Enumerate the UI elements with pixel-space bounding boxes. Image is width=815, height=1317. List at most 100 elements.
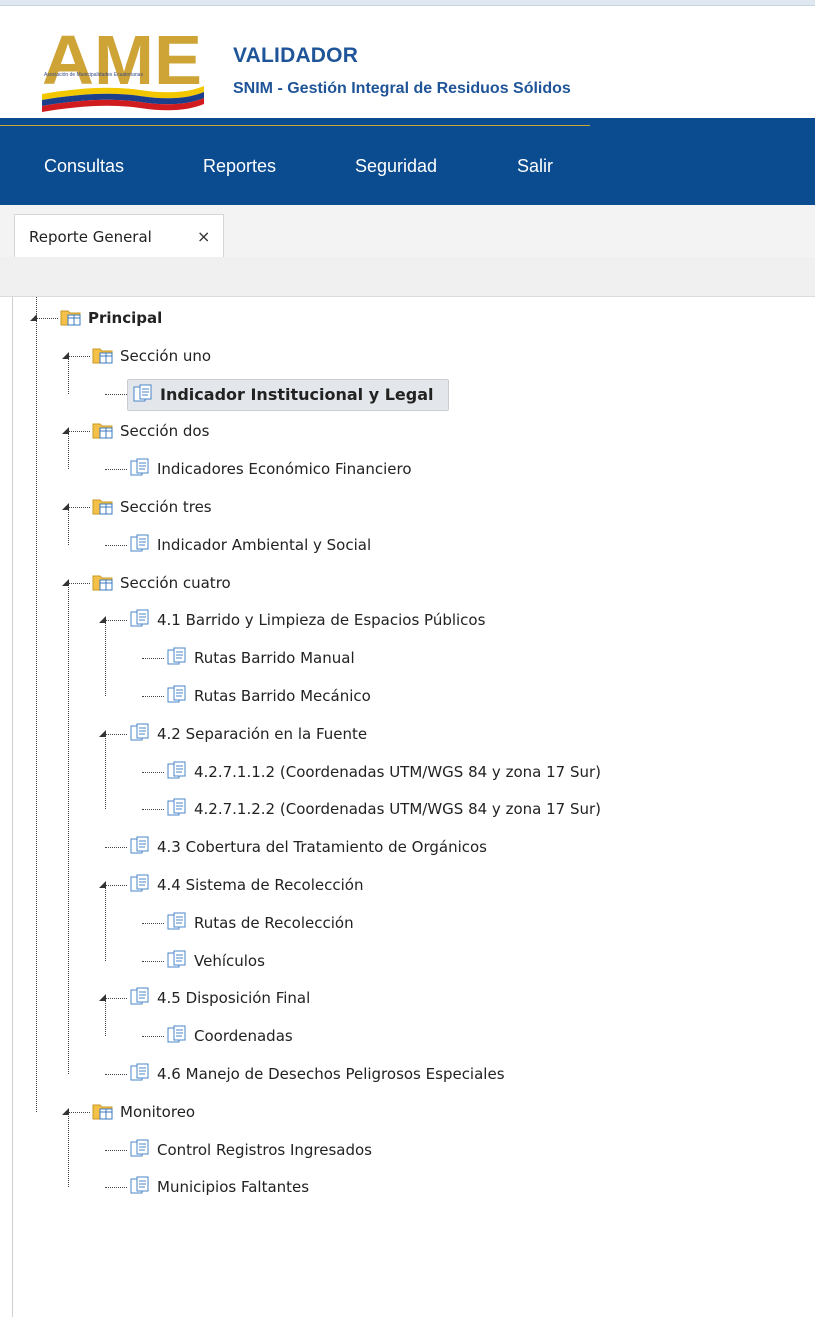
document-icon xyxy=(129,723,151,743)
tree-node-subreport[interactable]: 4.2.7.1.2.2 (Coordenadas UTM/WGS 84 y zo… xyxy=(166,794,613,824)
tree-connector-vertical xyxy=(105,885,106,961)
logo-text: AME xyxy=(42,26,202,99)
app-header: AME Asociación de Municipalidades Ecuato… xyxy=(0,6,815,118)
document-icon xyxy=(129,458,151,478)
tree-node-label: Indicadores Económico Financiero xyxy=(157,460,412,479)
nav-salir[interactable]: Salir xyxy=(517,156,553,177)
tree-node-report[interactable]: 4.1 Barrido y Limpieza de Espacios Públi… xyxy=(129,605,497,635)
expand-arrow-icon[interactable] xyxy=(99,994,106,1002)
tree-node-report[interactable]: Indicador Institucional y Legal xyxy=(127,378,449,411)
document-icon xyxy=(129,609,151,629)
document-icon xyxy=(129,1063,151,1083)
expand-arrow-icon[interactable] xyxy=(99,881,106,888)
nav-seguridad[interactable]: Seguridad xyxy=(355,156,437,177)
tab-label: Reporte General xyxy=(29,228,152,246)
tree-node-label: Monitoreo xyxy=(120,1102,196,1121)
tree-connector-horizontal xyxy=(68,1111,90,1113)
tree-node-subreport[interactable]: Rutas Barrido Manual xyxy=(166,643,367,673)
tree-node-label: Sección cuatro xyxy=(120,573,231,592)
document-icon xyxy=(166,798,188,818)
tree-node-report[interactable]: Indicadores Económico Financiero xyxy=(129,454,424,484)
tree-connector-horizontal xyxy=(105,469,127,471)
tab-close-icon[interactable]: × xyxy=(197,227,210,246)
tree-node-section[interactable]: Sección dos xyxy=(92,416,221,446)
tree-connector-horizontal xyxy=(105,1074,127,1075)
tree-node-subreport[interactable]: Coordenadas xyxy=(166,1021,305,1051)
expand-arrow-icon[interactable] xyxy=(99,616,106,624)
expand-arrow-icon[interactable] xyxy=(62,1107,69,1115)
report-tree: Principal Sección uno Indicador Institucio… xyxy=(0,297,815,1317)
folder-icon xyxy=(92,496,114,516)
document-icon xyxy=(166,685,188,705)
folder-icon xyxy=(92,420,114,440)
toolbar-strip xyxy=(0,257,815,297)
expand-arrow-icon[interactable] xyxy=(62,351,69,359)
document-icon xyxy=(129,836,151,856)
tree-node-label: Rutas Barrido Manual xyxy=(194,649,355,668)
tree-node-label: 4.2.7.1.1.2 (Coordenadas UTM/WGS 84 y zo… xyxy=(194,762,601,781)
tree-connector-vertical xyxy=(68,1111,69,1188)
document-icon xyxy=(166,761,188,781)
folder-icon xyxy=(92,345,114,365)
tree-node-report[interactable]: 4.6 Manejo de Desechos Peligrosos Especi… xyxy=(129,1059,517,1089)
logo-subtitle: Asociación de Municipalidades Ecuatorian… xyxy=(44,72,143,78)
tree-connector-vertical xyxy=(105,733,106,810)
tree-node-section[interactable]: Sección cuatro xyxy=(92,568,243,598)
tree-connector-horizontal xyxy=(142,1036,164,1038)
tree-node-report[interactable]: Indicador Ambiental y Social xyxy=(129,530,383,560)
tree-connector-horizontal xyxy=(68,355,90,357)
document-icon xyxy=(129,1139,151,1159)
tree-connector-horizontal xyxy=(105,1149,127,1151)
nav-reportes[interactable]: Reportes xyxy=(203,156,276,177)
expand-arrow-icon[interactable] xyxy=(30,314,37,321)
app-subtitle: SNIM - Gestión Integral de Residuos Sóli… xyxy=(233,80,571,97)
tree-node-principal[interactable]: Principal xyxy=(60,303,174,333)
tree-node-subreport[interactable]: Rutas Barrido Mecánico xyxy=(166,681,383,711)
tree-node-label: Indicador Institucional y Legal xyxy=(160,384,434,404)
tree-node-subreport[interactable]: 4.2.7.1.1.2 (Coordenadas UTM/WGS 84 y zo… xyxy=(166,757,613,787)
tree-connector-horizontal xyxy=(36,318,58,319)
tree-node-section[interactable]: Sección uno xyxy=(92,341,223,371)
nav-consultas[interactable]: Consultas xyxy=(44,156,124,177)
tree-node-subreport[interactable]: Rutas de Recolección xyxy=(166,908,366,938)
tree-node-label: Rutas de Recolección xyxy=(194,913,354,932)
tree-node-report[interactable]: Control Registros Ingresados xyxy=(129,1135,384,1165)
tree-node-report[interactable]: 4.2 Separación en la Fuente xyxy=(129,719,379,749)
expand-arrow-icon[interactable] xyxy=(62,427,69,435)
tree-node-label: Municipios Faltantes xyxy=(157,1178,310,1197)
tree-connector-horizontal xyxy=(142,771,164,773)
tree-node-label: Sección dos xyxy=(120,422,210,441)
tree-node-label: 4.1 Barrido y Limpieza de Espacios Públi… xyxy=(157,611,486,630)
tree-node-report[interactable]: 4.5 Disposición Final xyxy=(129,983,322,1013)
tree-connector-horizontal xyxy=(105,733,127,735)
document-icon xyxy=(166,647,188,667)
expand-arrow-icon[interactable] xyxy=(99,729,106,737)
tree-node-section[interactable]: Sección tres xyxy=(92,492,224,522)
tree-node-subreport[interactable]: Vehículos xyxy=(166,946,277,976)
expand-arrow-icon[interactable] xyxy=(62,503,69,510)
tree-connector-vertical xyxy=(68,507,69,545)
tree-connector-horizontal xyxy=(105,998,127,1000)
tree-node-label: Sección tres xyxy=(120,498,212,516)
tree-connector-horizontal xyxy=(105,620,127,622)
tree-node-report[interactable]: 4.4 Sistema de Recolección xyxy=(129,870,375,900)
tree-connector-horizontal xyxy=(142,658,164,660)
tab-reporte-general[interactable]: Reporte General × xyxy=(14,214,224,258)
tree-connector-horizontal xyxy=(105,1187,127,1189)
expand-arrow-icon[interactable] xyxy=(62,578,69,586)
tree-node-section[interactable]: Monitoreo xyxy=(92,1097,207,1127)
tree-node-report[interactable]: 4.3 Cobertura del Tratamiento de Orgánic… xyxy=(129,832,499,862)
document-icon xyxy=(132,384,154,404)
document-icon xyxy=(129,1176,151,1196)
tree-connector-vertical xyxy=(68,431,69,470)
tree-node-label: Vehículos xyxy=(194,951,265,970)
tree-connector-horizontal xyxy=(68,431,90,433)
tree-node-label: 4.6 Manejo de Desechos Peligrosos Especi… xyxy=(157,1065,505,1083)
document-icon xyxy=(129,534,151,554)
tree-node-label: 4.3 Cobertura del Tratamiento de Orgánic… xyxy=(157,838,487,857)
tree-node-report[interactable]: Municipios Faltantes xyxy=(129,1172,321,1202)
tree-connector-vertical xyxy=(36,318,37,1112)
tree-node-label: Indicador Ambiental y Social xyxy=(157,535,372,554)
main-navbar: Consultas Reportes Seguridad Salir xyxy=(0,118,815,205)
tree-node-label: 4.5 Disposición Final xyxy=(157,989,311,1008)
